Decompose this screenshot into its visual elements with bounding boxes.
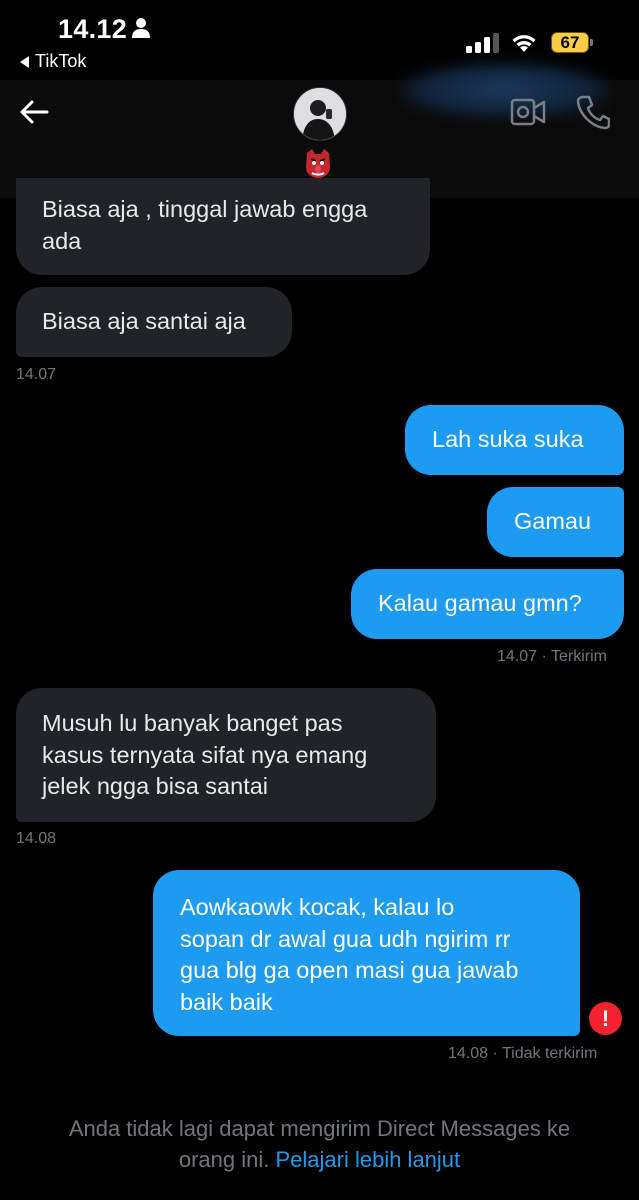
message-bubble-incoming[interactable]: Biasa aja , tinggal jawab engga ada [16, 178, 430, 275]
message-line: Musuh lu banyak banget pas [42, 710, 343, 736]
learn-more-link[interactable]: Pelajari lebih lanjut [275, 1147, 460, 1172]
person-icon [132, 18, 150, 38]
message-timestamp: 14.07 [16, 366, 57, 383]
back-arrow-icon[interactable] [18, 96, 50, 128]
blocked-notice-line: Anda tidak lagi dapat mengirim Direct Me… [68, 1116, 571, 1141]
message-bubble-outgoing[interactable]: Gamau [487, 487, 624, 557]
blocked-notice: Anda tidak lagi dapat mengirim Direct Me… [0, 1113, 639, 1175]
message-timestamp: 14.08 [16, 830, 57, 847]
message-line: ada [42, 227, 82, 254]
cellular-signal-icon [466, 33, 499, 53]
battery-level: 67 [560, 33, 580, 52]
wifi-icon [512, 35, 536, 52]
avatar-photo [294, 88, 346, 140]
back-app-label: TikTok [35, 51, 87, 71]
video-call-icon[interactable] [510, 96, 546, 128]
avatar[interactable] [293, 87, 347, 141]
message-bubble-incoming[interactable]: Musuh lu banyak banget pas kasus ternyat… [16, 688, 436, 822]
message-text: Kalau gamau gmn? [378, 590, 582, 616]
battery-indicator: 67 [551, 32, 595, 53]
message-bubble-outgoing[interactable]: Lah suka suka [405, 405, 624, 475]
error-icon[interactable]: ! [589, 1002, 622, 1035]
message-line: baik baik [180, 988, 273, 1015]
phone-call-icon[interactable] [576, 94, 610, 130]
message-text: Lah suka suka [432, 426, 584, 452]
message-status: 14.07 · Terkirim [497, 648, 607, 665]
message-bubble-incoming[interactable]: Biasa aja santai aja [16, 287, 292, 357]
message-bubble-outgoing[interactable]: Kalau gamau gmn? [351, 569, 624, 639]
message-line: jelek ngga bisa santai [42, 773, 269, 799]
blocked-notice-line: orang ini. [178, 1147, 270, 1172]
message-line: gua blg ga open masi gua jawab [180, 957, 519, 983]
status-time: 14.12 [58, 14, 128, 44]
message-line: Aowkaowk kocak, kalau lo [180, 894, 455, 920]
message-line: kasus ternyata sifat nya emang [42, 741, 368, 768]
mask-emoji-icon [303, 147, 333, 179]
message-status: 14.08 · Tidak terkirim [448, 1045, 598, 1062]
message-bubble-outgoing[interactable]: Aowkaowk kocak, kalau lo sopan dr awal g… [153, 870, 580, 1036]
back-triangle-icon [20, 55, 29, 68]
message-line: Biasa aja , tinggal jawab engga [42, 196, 368, 222]
message-line: sopan dr awal gua udh ngirim rr [180, 925, 511, 952]
message-text: Gamau [514, 508, 592, 534]
message-text: Biasa aja santai aja [42, 308, 246, 334]
back-to-app-link[interactable]: TikTok [20, 51, 86, 72]
